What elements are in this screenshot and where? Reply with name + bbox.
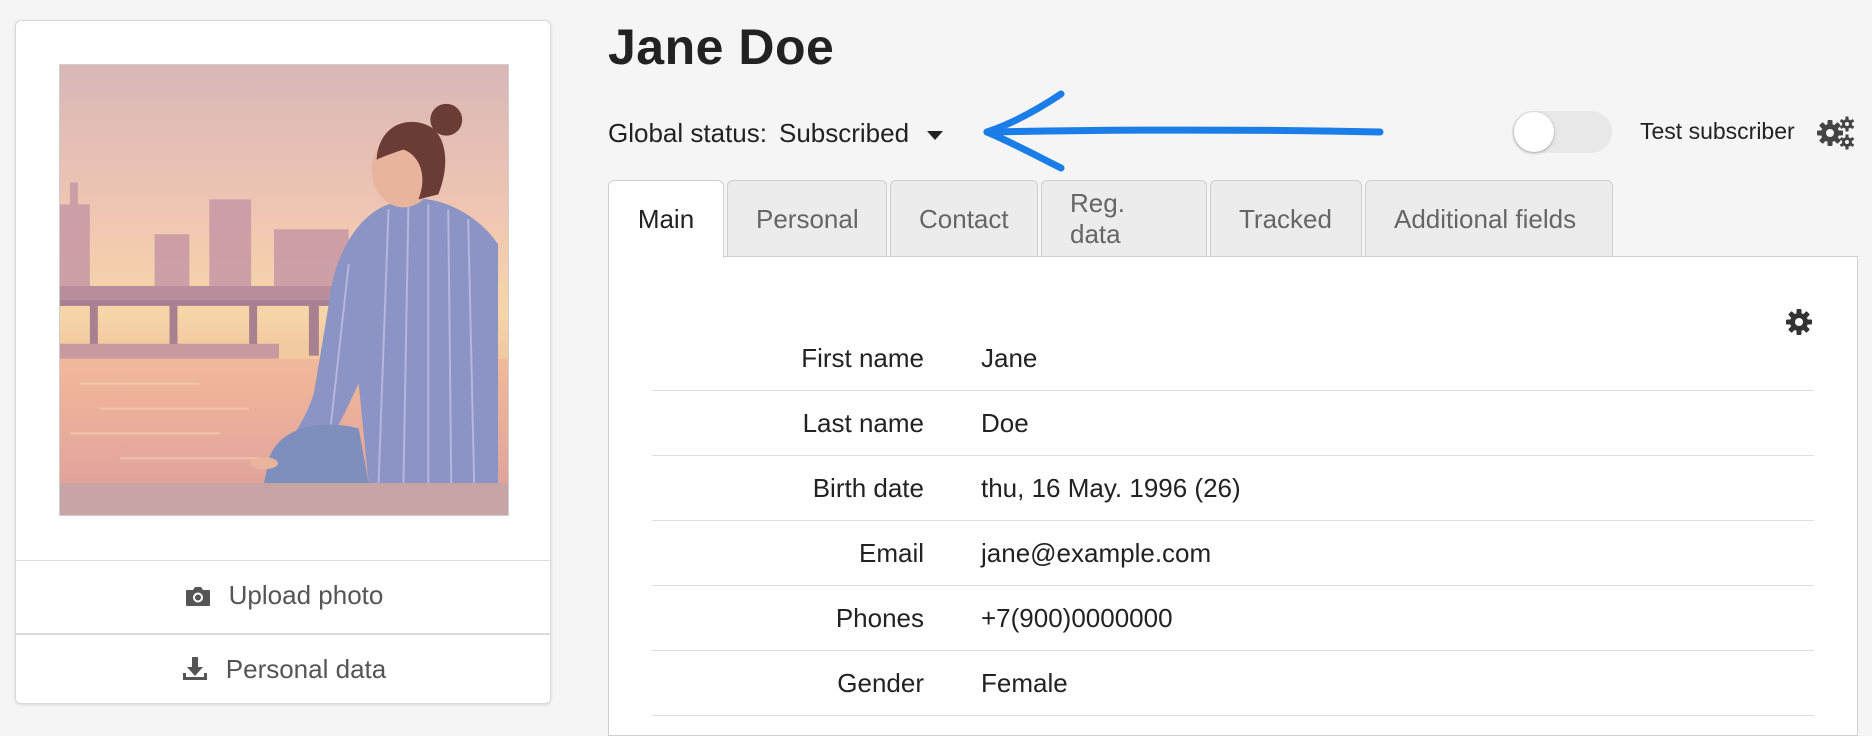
field-list: First name Jane Last name Doe Birth date…	[652, 326, 1814, 716]
test-subscriber-toggle[interactable]	[1512, 111, 1612, 153]
field-label: Email	[858, 537, 924, 568]
profile-photo	[59, 64, 509, 516]
field-label: Birth date	[812, 472, 924, 503]
field-value: Jane	[981, 342, 1038, 373]
upload-photo-label: Upload photo	[228, 580, 384, 610]
field-value: Doe	[981, 407, 1029, 438]
tab-reg-data[interactable]: Reg. data	[1041, 180, 1207, 257]
field-row-last-name: Last name Doe	[652, 391, 1814, 456]
annotation-arrow-icon	[983, 90, 1384, 172]
upload-photo-button[interactable]: Upload photo	[16, 560, 550, 630]
page-title: Jane Doe	[608, 19, 835, 75]
field-row-phones: Phones +7(900)0000000	[652, 586, 1814, 651]
field-label: First name	[801, 342, 924, 373]
field-row-first-name: First name Jane	[652, 326, 1814, 391]
profile-photo-image	[60, 65, 508, 515]
global-status-value[interactable]: Subscribed	[779, 118, 909, 149]
field-value: thu, 16 May. 1996 (26)	[981, 472, 1241, 503]
field-value: jane@example.com	[981, 537, 1212, 568]
camera-icon	[185, 586, 210, 606]
tab-personal[interactable]: Personal	[727, 180, 887, 257]
personal-data-label: Personal data	[225, 653, 387, 684]
tab-contact[interactable]: Contact	[890, 180, 1038, 257]
field-row-gender: Gender Female	[652, 651, 1814, 716]
toggle-knob	[1514, 112, 1554, 152]
tab-additional-fields[interactable]: Additional fields	[1365, 180, 1613, 257]
field-label: Phones	[835, 602, 924, 633]
tab-bar: Main Personal Contact Reg. data Tracked …	[608, 180, 1616, 258]
field-label: Last name	[802, 407, 924, 438]
personal-data-button[interactable]: Personal data	[16, 633, 550, 703]
tab-tracked[interactable]: Tracked	[1210, 180, 1362, 257]
settings-gears-icon[interactable]	[1816, 115, 1856, 151]
field-value: +7(900)0000000	[981, 602, 1173, 633]
chevron-down-icon[interactable]	[927, 130, 944, 140]
profile-card: Upload photo Personal data	[15, 20, 551, 704]
download-icon	[182, 657, 207, 680]
global-status: Global status: Subscribed	[608, 116, 944, 150]
field-value: Female	[981, 667, 1068, 698]
field-row-email: Email jane@example.com	[652, 521, 1814, 586]
test-subscriber-label: Test subscriber	[1640, 118, 1795, 144]
global-status-label: Global status:	[608, 117, 767, 148]
field-label: Gender	[837, 667, 924, 698]
tab-main[interactable]: Main	[608, 180, 724, 258]
field-row-birth-date: Birth date thu, 16 May. 1996 (26)	[652, 456, 1814, 521]
